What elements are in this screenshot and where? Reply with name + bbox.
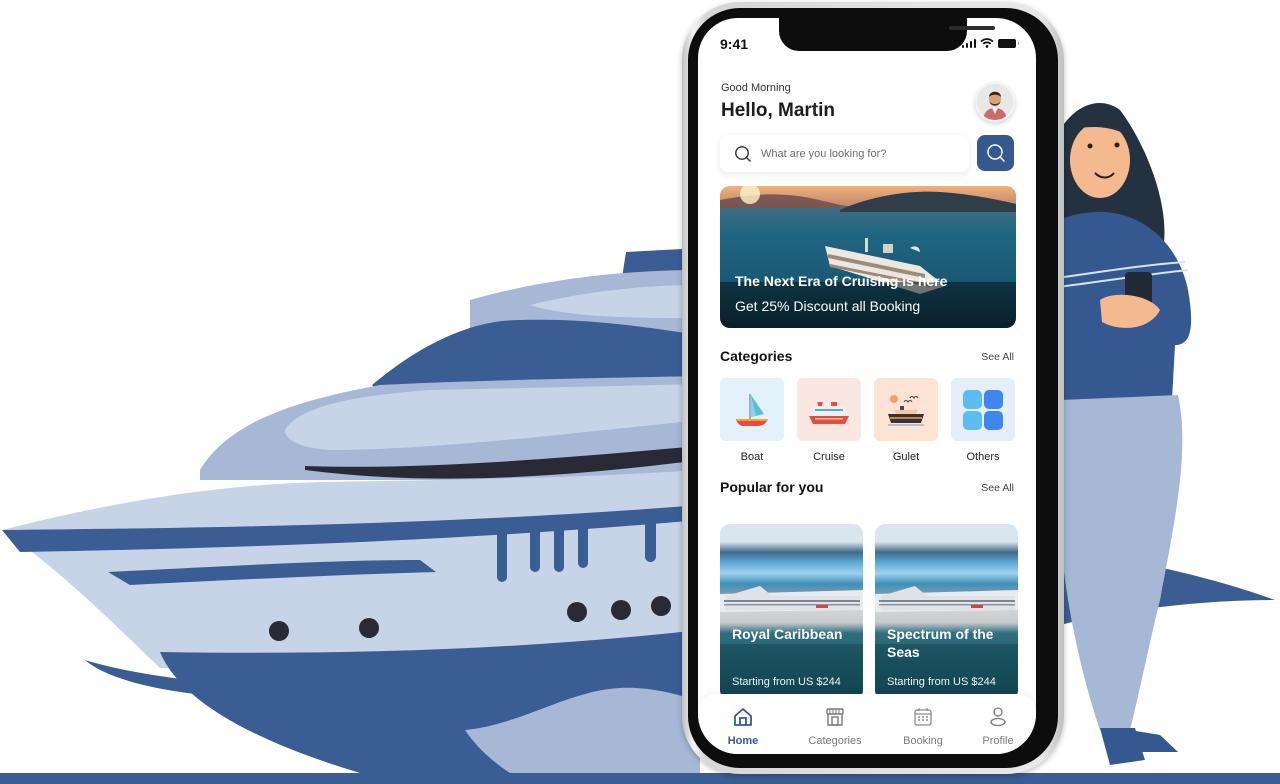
tab-label: Home <box>727 735 759 747</box>
phone-screen: 9:41 Good Morning Hello, Martin What are… <box>698 18 1036 754</box>
tab-label: Categories <box>808 735 862 747</box>
category-label: Others <box>966 451 1000 463</box>
cruise-ship-illustration <box>2 102 1275 773</box>
popular-card[interactable]: Royal Caribbean Starting from US $244 <box>720 524 863 700</box>
cruise-ship-icon <box>809 399 849 424</box>
popular-card-title: Spectrum of the Seas <box>887 626 994 660</box>
cruise-ship-photo <box>875 586 1018 700</box>
avatar[interactable] <box>975 82 1015 122</box>
status-time: 9:41 <box>720 36 749 52</box>
signal-icon <box>961 38 976 48</box>
category-others[interactable]: Others <box>951 378 1015 463</box>
popular-card-price: Starting from US $244 <box>887 676 996 688</box>
status-icons <box>961 38 1019 48</box>
ship-window <box>497 526 507 582</box>
search-icon <box>735 145 751 162</box>
phone-mockup: 9:41 Good Morning Hello, Martin What are… <box>682 2 1064 774</box>
calendar-icon <box>914 708 932 726</box>
tab-label: Booking <box>903 735 943 747</box>
ship-window <box>554 520 564 572</box>
tab-label: Profile <box>982 735 1014 747</box>
sailboat-icon <box>736 393 768 426</box>
ship-porthole <box>651 596 671 616</box>
search-input[interactable] <box>761 147 951 160</box>
ship-porthole <box>269 621 289 641</box>
category-gulet[interactable]: Gulet <box>874 378 938 463</box>
home-icon <box>734 708 752 726</box>
popular-see-all-link[interactable]: See All <box>981 482 1014 494</box>
popular-card[interactable]: Spectrum of the Seas Starting from US $2… <box>875 524 1018 700</box>
wifi-icon <box>980 38 994 48</box>
category-tile <box>720 378 784 441</box>
greeting-text: Good Morning <box>721 82 791 94</box>
category-label: Cruise <box>813 451 845 463</box>
category-tile <box>797 378 861 441</box>
speaker-grill <box>949 26 995 30</box>
ship-window <box>578 516 588 568</box>
ground-line <box>0 773 1280 784</box>
promo-banner[interactable]: The Next Era of Cruising is here Get 25%… <box>720 186 1016 328</box>
user-icon <box>990 707 1006 727</box>
category-boat[interactable]: Boat <box>720 378 784 463</box>
banner-title: The Next Era of Cruising is here <box>735 273 948 289</box>
categories-see-all-link[interactable]: See All <box>981 351 1014 363</box>
popular-card-price: Starting from US $244 <box>732 676 841 688</box>
popular-card-title: Royal Caribbean <box>732 626 843 642</box>
page-title: Hello, Martin <box>721 100 836 121</box>
category-label: Boat <box>740 451 764 463</box>
ship-window <box>645 510 656 562</box>
gulet-icon <box>888 394 924 426</box>
category-label: Gulet <box>892 451 920 463</box>
cruise-ship-photo <box>720 586 863 700</box>
category-cruise[interactable]: Cruise <box>797 378 861 463</box>
phone-notch <box>779 18 995 51</box>
banner-subtitle: Get 25% Discount all Booking <box>735 298 921 314</box>
ship-window <box>530 520 540 572</box>
grid-icon <box>963 389 1003 430</box>
popular-heading: Popular for you <box>720 479 824 495</box>
category-tile <box>951 378 1015 441</box>
tab-categories[interactable]: Categories <box>800 706 870 747</box>
bottom-tab-bar: Home Categories Booking Profile <box>698 694 1036 754</box>
category-tile <box>874 378 938 441</box>
search-button[interactable] <box>977 135 1014 171</box>
search-field[interactable] <box>720 135 969 172</box>
categories-heading: Categories <box>720 348 793 364</box>
user-avatar-icon <box>977 84 1013 120</box>
tab-home[interactable]: Home <box>708 706 778 747</box>
search-icon <box>986 144 1005 163</box>
ship-porthole <box>567 602 587 622</box>
ship-porthole <box>611 600 631 620</box>
store-icon <box>826 708 844 726</box>
battery-icon <box>998 38 1019 48</box>
tab-booking[interactable]: Booking <box>888 706 958 747</box>
ship-porthole <box>359 618 379 638</box>
tab-profile[interactable]: Profile <box>963 706 1033 747</box>
